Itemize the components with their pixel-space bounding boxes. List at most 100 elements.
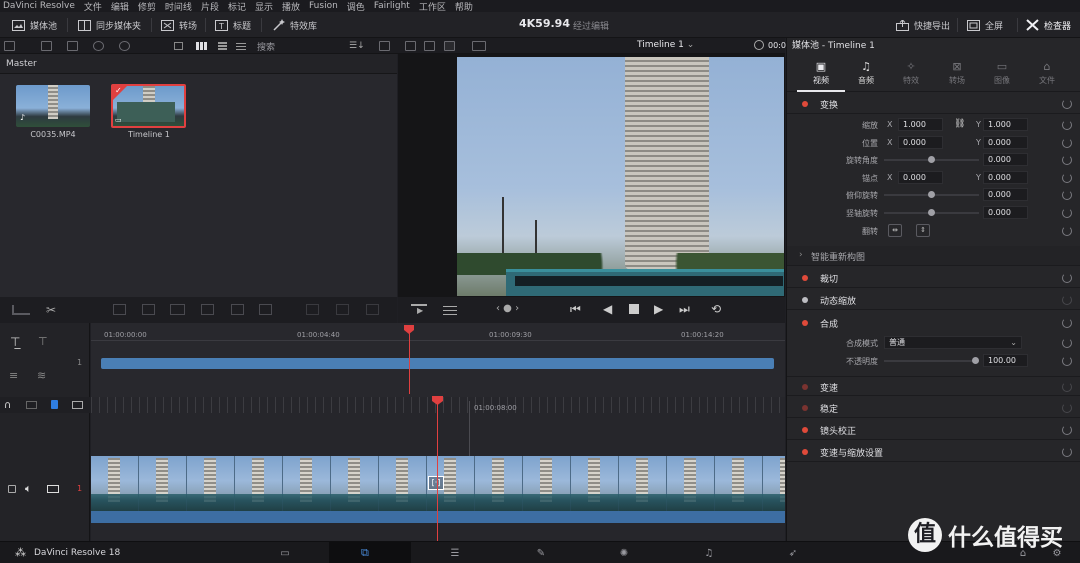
thumbnail-view-icon[interactable] (196, 42, 207, 50)
source-overwrite-icon[interactable] (306, 304, 319, 315)
section-composite[interactable]: 合成 (787, 313, 1080, 333)
tab-image[interactable]: ▭ 图像 (982, 60, 1022, 86)
menu-timeline[interactable]: 时间线 (165, 0, 192, 13)
section-smart-reframe[interactable]: › 智能重新构图 (787, 246, 1080, 266)
viewer-compare-icon[interactable] (424, 41, 435, 51)
reset-icon[interactable] (1062, 295, 1072, 305)
reset-icon[interactable] (1062, 447, 1072, 457)
media-pool-button[interactable]: 媒体池 (11, 18, 57, 32)
tab-transition[interactable]: ⊠ 转场 (937, 60, 977, 86)
tab-effects[interactable]: ✧ 特效 (891, 60, 931, 86)
media-thumbnail-timeline1[interactable]: ✓ ▭ (111, 84, 186, 128)
new-bin-icon[interactable] (67, 41, 78, 51)
audio-track-icon[interactable]: ≋ (37, 369, 46, 382)
insert-icon[interactable] (142, 304, 155, 315)
rotation-field[interactable]: 0.000 (983, 153, 1028, 166)
reset-icon[interactable] (1062, 226, 1072, 236)
menu-file[interactable]: 文件 (84, 0, 102, 13)
zoom-x-field[interactable]: 1.000 (898, 118, 943, 131)
section-dynamic-zoom[interactable]: 动态缩放 (787, 290, 1080, 310)
reset-icon[interactable] (1062, 403, 1072, 413)
viewer-size-icon[interactable] (472, 41, 486, 51)
tab-video[interactable]: ▣ 视频 (801, 60, 841, 86)
list-view-icon[interactable] (218, 42, 227, 50)
reset-icon[interactable] (1062, 190, 1072, 200)
ripple-icon[interactable] (201, 304, 214, 315)
color-page-icon[interactable]: ✺ (617, 547, 631, 559)
toggle-dynamic-zoom[interactable] (802, 297, 808, 303)
video-track-icon[interactable] (47, 485, 59, 493)
transitions-button[interactable]: 转场 (160, 18, 197, 32)
marker-icon[interactable] (51, 400, 58, 409)
smart-insert-icon[interactable] (12, 305, 30, 315)
snap-tool-icon[interactable]: ⊤̲ (10, 335, 20, 349)
reset-icon[interactable] (1062, 382, 1072, 392)
settings-sliders-icon[interactable] (443, 303, 457, 315)
effects-library-button[interactable]: 特效库 (271, 18, 317, 32)
quick-export-button[interactable]: 快捷导出 (895, 18, 950, 32)
close-up-icon[interactable] (231, 304, 244, 315)
menu-color[interactable]: 调色 (347, 0, 365, 13)
link-clips-icon[interactable] (26, 401, 37, 409)
position-y-field[interactable]: 0.000 (983, 136, 1028, 149)
flip-vertical-button[interactable]: ⇕ (916, 224, 930, 237)
reset-icon[interactable] (1062, 318, 1072, 328)
timeline-selector[interactable]: Timeline 1 ⌄ (637, 40, 694, 50)
reset-icon[interactable] (1062, 99, 1072, 109)
anchor-y-field[interactable]: 0.000 (983, 171, 1028, 184)
fit-to-fill-icon[interactable] (366, 304, 379, 315)
menu-edit[interactable]: 编辑 (111, 0, 129, 13)
magnet-icon[interactable]: ∩ (4, 400, 11, 411)
section-crop[interactable]: 裁切 (787, 268, 1080, 288)
menu-help[interactable]: 帮助 (455, 0, 473, 13)
search-input[interactable]: 搜索 (257, 40, 344, 53)
reset-icon[interactable] (1062, 120, 1072, 130)
sync-icon[interactable] (93, 41, 104, 51)
flip-horizontal-button[interactable]: ⇹ (888, 224, 902, 237)
tab-audio[interactable]: ♫ 音频 (846, 60, 886, 86)
loop-icon[interactable]: ⟲ (711, 302, 721, 316)
menu-trim[interactable]: 修剪 (138, 0, 156, 13)
menu-clip[interactable]: 片段 (201, 0, 219, 13)
sort-icon[interactable] (236, 42, 246, 50)
deliver-page-icon[interactable]: ➶ (786, 547, 800, 559)
upper-timeline-clip[interactable] (101, 358, 774, 369)
place-on-top-icon[interactable] (259, 304, 272, 315)
pitch-slider[interactable] (884, 191, 979, 198)
append-icon[interactable] (113, 304, 126, 315)
bin-list-icon[interactable] (41, 41, 52, 51)
viewer-mode-icon[interactable] (405, 41, 416, 51)
go-to-end-icon[interactable]: ⏭ (679, 302, 690, 317)
lock-icon[interactable] (8, 485, 16, 493)
sort-order-icon[interactable]: ☰↓ (349, 41, 365, 51)
section-stabilize[interactable]: 稳定 (787, 398, 1080, 418)
reset-icon[interactable] (1062, 338, 1072, 348)
menu-fairlight[interactable]: Fairlight (374, 1, 410, 11)
toggle-composite[interactable] (802, 320, 808, 326)
link-icon[interactable] (119, 41, 130, 51)
media-page-icon[interactable]: ▭ (278, 547, 292, 559)
replace-icon[interactable] (336, 304, 349, 315)
toggle-crop[interactable] (802, 275, 808, 281)
trim-mode-icon[interactable]: ▶ (411, 304, 427, 315)
metadata-view-icon[interactable] (174, 42, 183, 50)
reset-icon[interactable] (1062, 173, 1072, 183)
toggle-transform[interactable] (802, 101, 808, 107)
reset-icon[interactable] (1062, 273, 1072, 283)
link-icon[interactable]: ⛓ (954, 119, 965, 129)
pitch-field[interactable]: 0.000 (983, 188, 1028, 201)
inspector-button[interactable]: 检查器 (1025, 18, 1071, 32)
fusion-page-icon[interactable]: ✎ (534, 547, 548, 559)
reset-icon[interactable] (1062, 138, 1072, 148)
clip-view-icon[interactable] (72, 401, 83, 409)
panel-toggle-icon[interactable] (4, 41, 15, 51)
composite-mode-select[interactable]: 普通 ⌄ (884, 336, 1022, 349)
speaker-icon[interactable]: 🔈︎ (25, 482, 32, 496)
section-lens-correction[interactable]: 镜头校正 (787, 420, 1080, 440)
fairlight-page-icon[interactable]: ♫ (702, 547, 716, 559)
yaw-slider[interactable] (884, 209, 979, 216)
toggle-stabilize[interactable] (802, 405, 808, 411)
opacity-slider[interactable] (884, 357, 979, 364)
position-x-field[interactable]: 0.000 (898, 136, 943, 149)
overwrite-icon[interactable] (170, 304, 185, 315)
